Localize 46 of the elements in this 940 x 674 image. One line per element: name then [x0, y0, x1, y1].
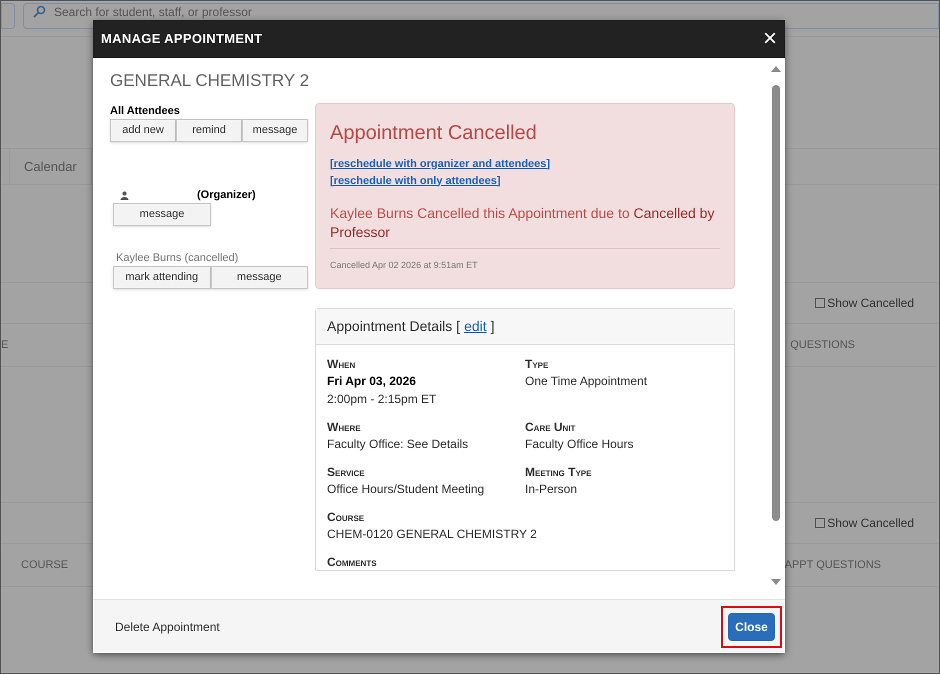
search-icon: [32, 5, 46, 19]
field-label: Service: [327, 464, 366, 480]
close-button[interactable]: Close: [728, 612, 775, 640]
attendee-button[interactable]: message: [210, 266, 308, 289]
column-header: QUESTIONS: [790, 338, 855, 353]
field-label: Type: [525, 356, 550, 372]
attendees-heading: All Attendees: [110, 104, 181, 118]
column-header: E: [1, 338, 8, 353]
field-label: Course: [327, 510, 366, 524]
attendee-button[interactable]: message: [242, 119, 308, 142]
attendee-button[interactable]: mark attending: [113, 266, 210, 289]
details-title: Appointment Details [: [327, 316, 460, 336]
field-label: Comments: [327, 554, 378, 570]
column-header: COURSE: [21, 558, 68, 573]
cancel-reason: Kaylee Burns Cancelled this Appointment due to Cancelled by Professor: [330, 204, 716, 242]
cancel-timestamp: Cancelled Apr 02 2026 at 9:51am ET: [330, 260, 478, 270]
reschedule-link[interactable]: [reschedule with organizer and attendees]: [330, 156, 550, 172]
alert-title: Appointment Cancelled: [330, 120, 538, 146]
field-value: In-Person: [525, 480, 578, 498]
field-label: Care Unit: [525, 420, 576, 434]
person-icon: [120, 191, 129, 200]
field-value: 2:00pm - 2:15pm ET: [327, 390, 438, 408]
field-value: Faculty Office Hours: [525, 436, 634, 452]
reschedule-link[interactable]: [reschedule with only attendees]: [330, 172, 501, 190]
field-value: One Time Appointment: [525, 372, 648, 390]
organizer-label: (Organizer): [197, 188, 256, 204]
dropdown-field[interactable]: [1, 3, 15, 29]
attendee-name: Kaylee Burns (cancelled): [116, 251, 238, 266]
attendee-button[interactable]: message: [113, 203, 211, 226]
field-value: Faculty Office: See Details: [327, 436, 470, 452]
bracket-text: ]: [490, 316, 495, 336]
field-value: Fri Apr 03, 2026: [327, 372, 417, 390]
field-label: Meeting Type: [525, 464, 592, 480]
edit-link[interactable]: edit: [464, 316, 487, 336]
attendee-button[interactable]: remind: [176, 119, 242, 142]
column-header: APPT QUESTIONS: [784, 558, 881, 573]
dialog-title: MANAGE APPOINTMENT: [101, 30, 262, 48]
field-label: Where: [327, 420, 362, 434]
delete-link[interactable]: Delete Appointment: [115, 618, 220, 636]
attendee-button[interactable]: add new: [110, 119, 176, 142]
field-value: CHEM-0120 GENERAL CHEMISTRY 2: [327, 526, 538, 542]
field-value: Office Hours/Student Meeting: [327, 480, 486, 498]
show-cancelled-checkbox[interactable]: Show Cancelled: [815, 514, 914, 532]
course-heading: GENERAL CHEMISTRY 2: [110, 70, 310, 92]
field-label: When: [327, 356, 356, 372]
show-cancelled-checkbox[interactable]: Show Cancelled: [815, 294, 914, 312]
